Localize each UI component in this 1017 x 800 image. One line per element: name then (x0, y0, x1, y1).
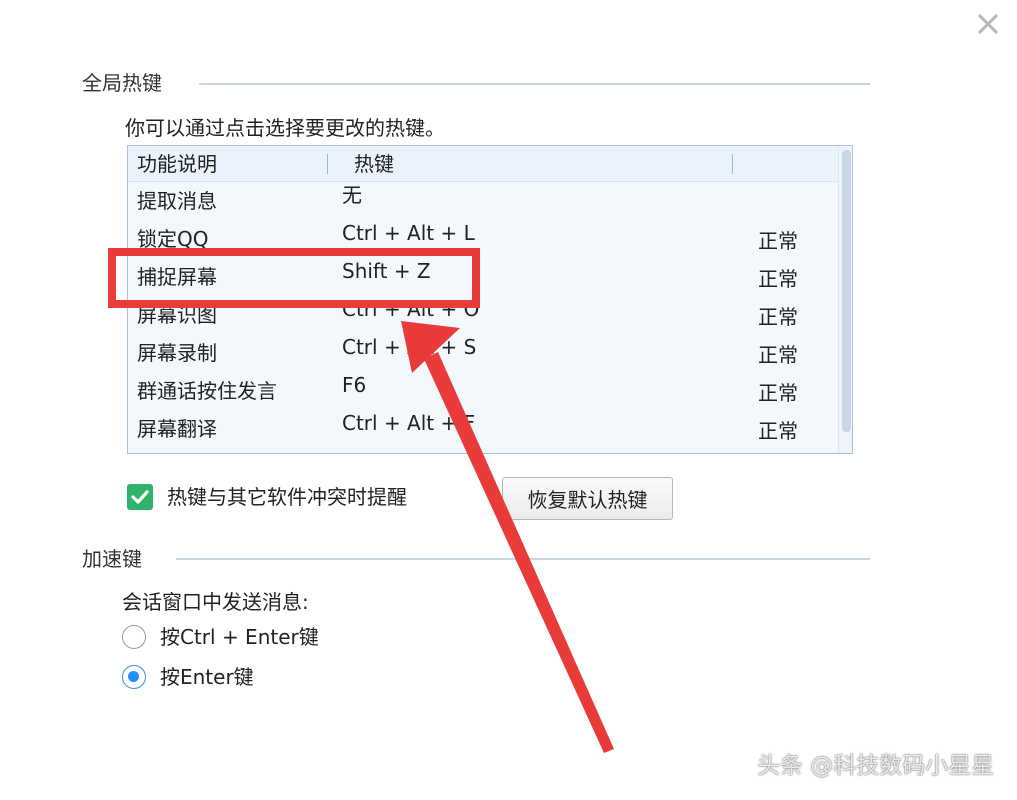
accelerator-title: 加速键 (82, 547, 142, 571)
hotkey-table: 功能说明 热键 提取消息 无 锁定QQ Ctrl + Alt + L 正常 捕捉… (127, 145, 853, 454)
row-hotkey: 无 (342, 183, 362, 207)
section-divider (199, 83, 870, 85)
hotkey-hint-text: 你可以通过点击选择要更改的热键。 (125, 116, 445, 140)
column-separator (327, 154, 328, 174)
row-status: 正常 (758, 305, 798, 329)
restore-default-hotkeys-button[interactable]: 恢复默认热键 (502, 477, 673, 520)
radio-enter[interactable] (122, 665, 146, 689)
row-status: 正常 (758, 267, 798, 291)
radio-selected-dot (128, 671, 139, 682)
table-row[interactable]: 屏幕翻译 Ctrl + Alt + F 正常 (128, 410, 838, 448)
checkmark-icon (131, 490, 149, 504)
row-status: 正常 (758, 419, 798, 443)
table-row[interactable]: 屏幕识图 Ctrl + Alt + O 正常 (128, 296, 838, 334)
column-header-function[interactable]: 功能说明 (137, 151, 217, 177)
table-row[interactable]: 提取消息 无 (128, 182, 838, 220)
table-row[interactable]: 锁定QQ Ctrl + Alt + L 正常 (128, 220, 838, 258)
row-function: 屏幕录制 (137, 341, 217, 365)
row-status: 正常 (758, 381, 798, 405)
row-function: 屏幕识图 (137, 303, 217, 327)
row-status: 正常 (758, 343, 798, 367)
table-row[interactable]: 屏幕录制 Ctrl + Alt + S 正常 (128, 334, 838, 372)
row-hotkey: F6 (342, 373, 367, 397)
table-header: 功能说明 热键 (128, 146, 838, 182)
close-button[interactable] (974, 10, 1002, 38)
row-function: 捕捉屏幕 (137, 265, 217, 289)
row-hotkey: Ctrl + Alt + F (342, 411, 476, 435)
row-hotkey: Ctrl + Alt + O (342, 297, 480, 321)
row-function: 提取消息 (137, 189, 217, 213)
radio-ctrl-enter-label[interactable]: 按Ctrl + Enter键 (160, 624, 319, 650)
row-hotkey: Shift + Z (342, 259, 431, 283)
row-function: 屏幕翻译 (137, 417, 217, 441)
table-row[interactable]: 捕捉屏幕 Shift + Z 正常 (128, 258, 838, 296)
section-divider (176, 558, 870, 560)
table-body: 提取消息 无 锁定QQ Ctrl + Alt + L 正常 捕捉屏幕 Shift… (128, 182, 838, 453)
radio-enter-label[interactable]: 按Enter键 (160, 664, 254, 690)
scrollbar-thumb[interactable] (842, 150, 851, 432)
row-status: 正常 (758, 229, 798, 253)
watermark-text: 头条 @科技数码小星星 (757, 753, 995, 779)
column-separator (732, 154, 733, 174)
table-scrollbar[interactable] (838, 146, 852, 453)
send-message-label: 会话窗口中发送消息: (122, 590, 309, 614)
row-hotkey: Ctrl + Alt + S (342, 335, 477, 359)
conflict-reminder-checkbox[interactable] (127, 484, 153, 510)
row-function: 锁定QQ (137, 227, 209, 251)
close-icon (977, 13, 999, 35)
row-function: 群通话按住发言 (137, 379, 277, 403)
column-header-hotkey[interactable]: 热键 (354, 151, 394, 177)
global-hotkeys-title: 全局热键 (82, 71, 162, 95)
conflict-reminder-label[interactable]: 热键与其它软件冲突时提醒 (167, 484, 407, 510)
table-row[interactable]: 群通话按住发言 F6 正常 (128, 372, 838, 410)
row-hotkey: Ctrl + Alt + L (342, 221, 475, 245)
radio-ctrl-enter[interactable] (122, 625, 146, 649)
